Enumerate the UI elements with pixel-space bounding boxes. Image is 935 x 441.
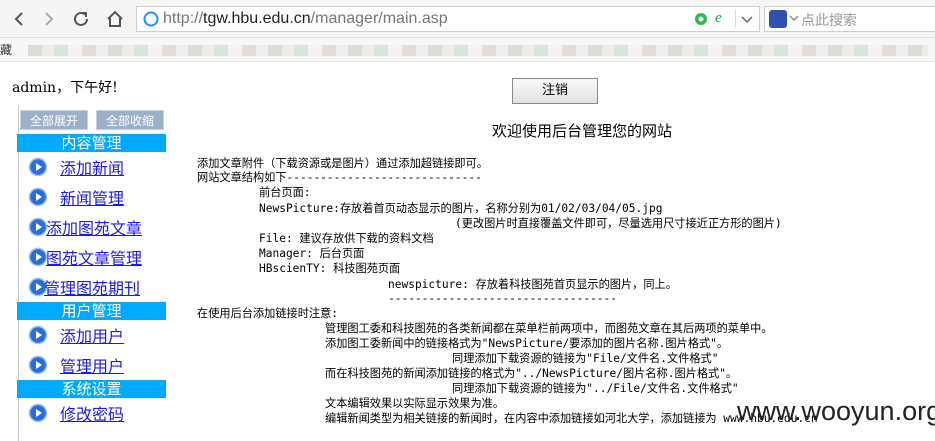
- section-content-management[interactable]: 内容管理: [17, 134, 166, 152]
- menu-item-link[interactable]: 新闻管理: [60, 185, 124, 209]
- menu-item-article-management[interactable]: 图苑文章管理: [28, 245, 142, 269]
- section-system-settings[interactable]: 系统设置: [17, 380, 166, 398]
- instruction-line: Manager: 后台页面: [259, 247, 365, 260]
- forward-button[interactable]: [36, 6, 62, 32]
- blurred-bookmarks: [28, 45, 928, 56]
- home-button[interactable]: [102, 6, 128, 32]
- welcome-heading: 欢迎使用后台管理您的网站: [492, 122, 673, 140]
- play-bullet-icon: [28, 157, 48, 177]
- menu-item-link[interactable]: 管理图苑期刊: [44, 275, 140, 299]
- instruction-line: 添加文章附件（下载资源或是图片）通过添加超链接即可。: [197, 157, 488, 170]
- play-bullet-icon: [28, 355, 48, 375]
- ie-mode-icon[interactable]: e: [715, 10, 722, 27]
- instruction-line: HBscienTY: 科技图苑页面: [259, 262, 401, 275]
- menu-item-news-management[interactable]: 新闻管理: [28, 185, 124, 209]
- chevron-down-icon[interactable]: [789, 13, 799, 23]
- home-icon: [107, 10, 123, 27]
- menu-item-manage-issues[interactable]: 管理图苑期刊: [28, 275, 140, 299]
- instruction-line: 同理添加下载资源的链接为"../File/文件名.文件格式": [452, 382, 739, 395]
- instruction-line: 在使用后台添加链接时注意:: [197, 307, 338, 320]
- expand-all-button[interactable]: 全部展开: [20, 110, 88, 130]
- instruction-line: 添加图工委新闻中的链接格式为"NewsPicture/要添加的图片名称.图片格式…: [325, 337, 729, 350]
- menu-item-link[interactable]: 图苑文章管理: [46, 245, 142, 269]
- play-bullet-icon: [28, 187, 48, 207]
- menu-item-link[interactable]: 管理用户: [60, 353, 124, 377]
- instruction-line: 前台页面:: [259, 186, 311, 199]
- divider: [735, 10, 736, 28]
- browser-toolbar: http://tgw.hbu.edu.cn/manager/main.asp e…: [0, 0, 935, 38]
- menu-item-add-news[interactable]: 添加新闻: [28, 155, 124, 179]
- instruction-line: newspicture: 存放着科技图苑首页显示的图片，同上。: [388, 278, 677, 291]
- search-placeholder: 点此搜索: [801, 13, 857, 29]
- instruction-line: 而在科技图苑的新闻添加链接的格式为"../NewsPicture/图片名称.图片…: [325, 367, 738, 380]
- menu-item-link[interactable]: 添加新闻: [60, 155, 124, 179]
- menu-item-manage-users[interactable]: 管理用户: [28, 353, 124, 377]
- menu-item-link[interactable]: 添加用户: [60, 323, 124, 347]
- play-bullet-icon: [28, 325, 48, 345]
- logout-button[interactable]: 注销: [512, 78, 598, 104]
- menu-item-add-user[interactable]: 添加用户: [28, 323, 124, 347]
- instruction-line: (更改图片时直接覆盖文件即可，尽量选用尺寸接近正方形的图片): [455, 217, 782, 230]
- url-text: http://tgw.hbu.edu.cn/manager/main.asp: [163, 10, 448, 27]
- instruction-line: 网站文章结构如下-----------------------------: [197, 171, 482, 184]
- extension-icon[interactable]: [693, 11, 709, 27]
- search-engine-icon[interactable]: [769, 10, 787, 28]
- instruction-line: 文本编辑效果以实际显示效果为准。: [325, 397, 505, 410]
- menu-item-link[interactable]: 添加图苑文章: [46, 215, 142, 239]
- page-icon: [143, 11, 159, 27]
- menu-item-add-article[interactable]: 添加图苑文章: [28, 215, 142, 239]
- play-bullet-icon: [28, 403, 48, 423]
- forward-arrow-icon: [45, 12, 54, 26]
- back-button[interactable]: [6, 6, 32, 32]
- play-bullet-icon: [28, 247, 48, 267]
- reload-button[interactable]: [68, 6, 94, 32]
- menu-item-change-password[interactable]: 修改密码: [28, 401, 124, 425]
- address-bar[interactable]: http://tgw.hbu.edu.cn/manager/main.asp e: [136, 6, 760, 32]
- back-arrow-icon: [14, 12, 23, 26]
- chevron-down-icon[interactable]: [739, 11, 755, 27]
- watermark: www.wooyun.org: [737, 396, 935, 426]
- instruction-line: 同理添加下载资源的链接为"File/文件名.文件格式": [452, 352, 719, 365]
- menu-item-link[interactable]: 修改密码: [60, 401, 124, 425]
- instruction-line: ----------------------------------: [388, 292, 618, 305]
- bookmarks-label: 藏: [0, 43, 13, 57]
- search-box[interactable]: 点此搜索: [764, 6, 935, 32]
- play-bullet-icon: [28, 217, 48, 237]
- reload-icon: [74, 11, 88, 26]
- section-user-management[interactable]: 用户管理: [17, 302, 166, 320]
- user-greeting: admin，下午好!: [12, 80, 118, 96]
- collapse-all-button[interactable]: 全部收缩: [96, 110, 164, 130]
- instruction-line: File: 建议存放供下载的资料文档: [259, 232, 434, 245]
- bookmarks-bar: 藏: [0, 38, 935, 62]
- instruction-line: 管理图工委和科技图苑的各类新闻都在菜单栏前两项中，而图苑文章在其后两项的菜单中。: [325, 322, 773, 335]
- instruction-line: NewsPicture:存放着首页动态显示的图片，名称分别为01/02/03/0…: [259, 202, 663, 215]
